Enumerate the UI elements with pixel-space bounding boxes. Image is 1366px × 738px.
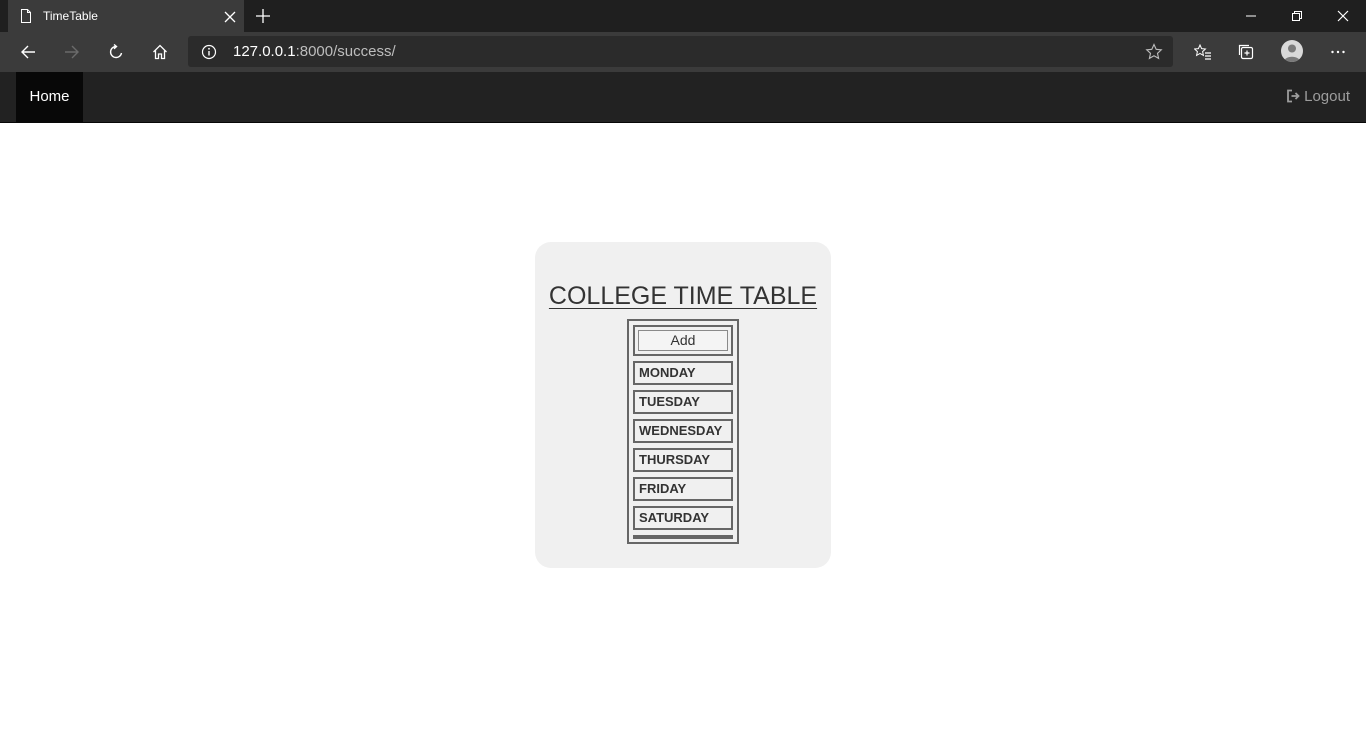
day-link-monday[interactable]: MONDAY <box>633 361 733 385</box>
forward-arrow-icon <box>65 45 79 59</box>
home-button[interactable] <box>148 40 172 64</box>
day-link-thursday[interactable]: THURSDAY <box>633 448 733 472</box>
more-menu-button[interactable] <box>1326 40 1350 64</box>
collections-icon <box>1238 44 1254 60</box>
logout-icon <box>1287 89 1300 103</box>
url-text[interactable]: 127.0.0.1:8000/success/ <box>233 43 396 60</box>
restore-button[interactable] <box>1274 0 1320 32</box>
info-icon[interactable] <box>201 44 217 60</box>
nav-home-link[interactable]: Home <box>16 72 83 122</box>
home-icon <box>153 44 167 60</box>
address-bar[interactable]: 127.0.0.1:8000/success/ <box>188 36 1173 67</box>
favorites-icon <box>1194 44 1211 60</box>
new-tab-button[interactable] <box>255 8 271 24</box>
close-icon[interactable] <box>224 10 236 23</box>
star-icon[interactable] <box>1145 43 1163 61</box>
back-button[interactable] <box>16 40 40 64</box>
minimize-button[interactable] <box>1228 0 1274 32</box>
forward-button[interactable] <box>60 40 84 64</box>
refresh-icon <box>109 44 123 59</box>
browser-tabstrip: TimeTable <box>0 0 1366 32</box>
browser-tab-active[interactable]: TimeTable <box>8 0 244 32</box>
favorites-button[interactable] <box>1190 40 1214 64</box>
window-close-button[interactable] <box>1320 0 1366 32</box>
page-title: COLLEGE TIME TABLE <box>548 282 818 310</box>
page-icon <box>18 8 34 24</box>
logout-label: Logout <box>1304 88 1350 105</box>
app-navbar: Home Logout <box>0 72 1366 123</box>
day-link-tuesday[interactable]: TUESDAY <box>633 390 733 414</box>
refresh-button[interactable] <box>104 40 128 64</box>
empty-row <box>633 535 733 539</box>
collections-button[interactable] <box>1234 40 1258 64</box>
day-link-wednesday[interactable]: WEDNESDAY <box>633 419 733 443</box>
url-host: 127.0.0.1 <box>233 43 296 60</box>
add-cell: Add <box>633 325 733 356</box>
timetable-card: COLLEGE TIME TABLE Add MONDAY TUESDAY WE… <box>535 242 831 568</box>
avatar[interactable] <box>1281 40 1303 62</box>
url-path: :8000/success/ <box>295 43 396 60</box>
tab-title: TimeTable <box>43 9 98 23</box>
day-link-friday[interactable]: FRIDAY <box>633 477 733 501</box>
logout-link[interactable]: Logout <box>1286 72 1350 122</box>
browser-toolbar: 127.0.0.1:8000/success/ <box>0 32 1366 72</box>
more-icon <box>1331 50 1345 54</box>
day-link-saturday[interactable]: SATURDAY <box>633 506 733 530</box>
back-arrow-icon <box>21 45 35 59</box>
add-button[interactable]: Add <box>638 330 728 351</box>
day-table: Add MONDAY TUESDAY WEDNESDAY THURSDAY FR… <box>627 319 739 544</box>
